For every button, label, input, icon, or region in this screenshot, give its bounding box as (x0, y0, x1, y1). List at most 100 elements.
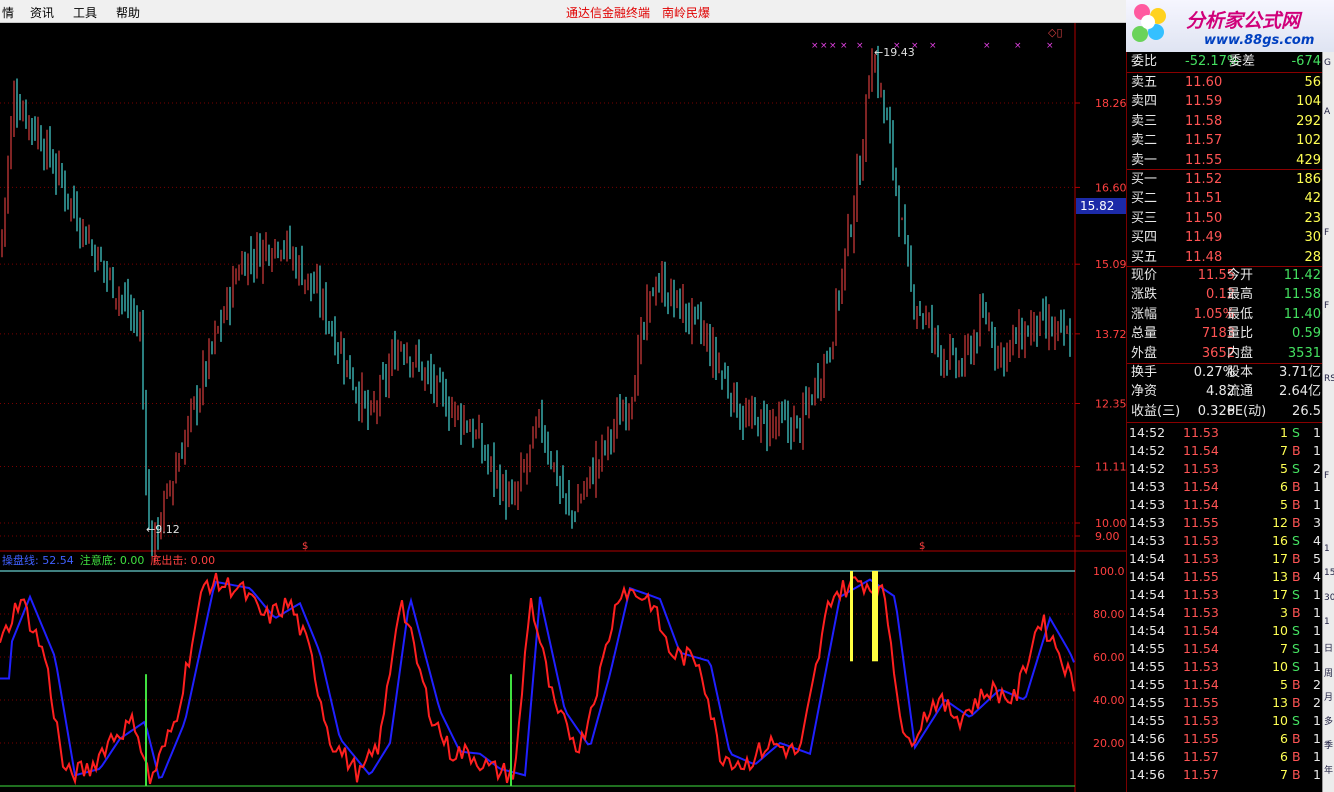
toolbar-button[interactable]: 季 (1324, 738, 1334, 750)
toolbar-button[interactable]: G (1324, 58, 1334, 70)
toolbar-button[interactable] (1324, 495, 1334, 507)
toolbar-button[interactable] (1324, 520, 1334, 532)
ask-row[interactable]: 卖五 11.60 56 (1127, 73, 1323, 92)
toolbar-button[interactable] (1324, 423, 1334, 435)
toolbar-button[interactable] (1324, 155, 1334, 167)
toolbar-button[interactable]: 1 (1324, 617, 1334, 629)
tick-cell: 17 (1272, 551, 1288, 566)
tick-row[interactable]: 14:54 11.54 10 S 1 (1127, 621, 1323, 640)
ask-row-label: 卖五 (1131, 75, 1158, 90)
toolbar-button[interactable] (1324, 204, 1334, 216)
tick-row[interactable]: 14:56 11.57 6 B 1 (1127, 747, 1323, 766)
tick-row[interactable]: 14:55 11.54 5 B 2 (1127, 675, 1323, 694)
tick-row[interactable]: 14:53 11.54 6 B 1 (1127, 477, 1323, 496)
toolbar-button[interactable]: 多 (1324, 714, 1334, 726)
window-control-icon[interactable]: ◇▯ (1048, 26, 1063, 39)
tick-row[interactable]: 14:54 11.53 17 B 5 (1127, 549, 1323, 568)
toolbar-button[interactable]: F (1324, 301, 1334, 313)
toolbar-button[interactable] (1324, 398, 1334, 410)
tick-cell: 7 (1280, 767, 1288, 782)
toolbar-button[interactable]: 15 (1324, 568, 1334, 580)
bid-row[interactable]: 买二 11.51 42 (1127, 189, 1323, 208)
fund-row[interactable]: 换手 0.27% 股本 3.71亿 (1127, 363, 1323, 382)
tick-cell: S (1292, 461, 1300, 476)
ask-row[interactable]: 卖四 11.59 104 (1127, 92, 1323, 111)
bid-row[interactable]: 买三 11.50 23 (1127, 209, 1323, 228)
bid-row[interactable]: 买五 11.48 28 (1127, 248, 1323, 267)
ask-row[interactable]: 卖二 11.57 102 (1127, 131, 1323, 150)
tick-row[interactable]: 14:56 11.57 7 B 1 (1127, 765, 1323, 784)
marker-icon: × (929, 41, 937, 51)
ask-row[interactable]: 卖三 11.58 292 (1127, 112, 1323, 131)
tick-cell: 1 (1313, 425, 1321, 440)
tick-row[interactable]: 14:54 11.53 17 S 1 (1127, 585, 1323, 604)
price-tick-label: 11.11 (1095, 461, 1126, 474)
stat-row[interactable]: 总量 7183 量比 0.59 (1127, 324, 1323, 343)
bid-row[interactable]: 买四 11.49 30 (1127, 228, 1323, 247)
toolbar-button[interactable] (1324, 325, 1334, 337)
menu-item-news[interactable]: 资讯 (30, 4, 54, 21)
toolbar-button[interactable] (1324, 350, 1334, 362)
menu-item-tools[interactable]: 工具 (73, 4, 97, 21)
toolbar-button[interactable] (1324, 131, 1334, 143)
site-logo: 分析家公式网 www.88gs.com (1126, 0, 1334, 52)
tick-row[interactable]: 14:54 11.53 3 B 1 (1127, 603, 1323, 622)
toolbar-button[interactable]: A (1324, 107, 1334, 119)
toolbar-button[interactable] (1324, 82, 1334, 94)
tick-cell: 14:54 (1129, 605, 1166, 620)
tick-cell: 1 (1313, 767, 1321, 782)
toolbar-button[interactable] (1324, 252, 1334, 264)
kline-chart[interactable]: 18.2616.6015.0913.7212.3511.1110.009.00 … (0, 23, 1126, 792)
tick-row[interactable]: 14:55 11.53 10 S 1 (1127, 711, 1323, 730)
tick-cell: 1 (1313, 623, 1321, 638)
tick-row[interactable]: 14:52 11.53 5 S 2 (1127, 459, 1323, 478)
toolbar-button[interactable]: 日 (1324, 641, 1334, 653)
stat-row[interactable]: 外盘 3652 内盘 3531 (1127, 344, 1323, 363)
menu-item-qing[interactable]: 情 (2, 4, 14, 21)
bid-row[interactable]: 买一 11.52 186 (1127, 170, 1323, 189)
toolbar-button[interactable]: 月 (1324, 690, 1334, 702)
price-axis: 18.26 16.60 15.09 13.72 12.35 11.11 10.009.00 (1075, 97, 1126, 543)
toolbar-button[interactable] (1324, 180, 1334, 192)
tick-cell: 12 (1272, 515, 1288, 530)
tick-row[interactable]: 14:53 11.55 12 B 3 (1127, 513, 1323, 532)
tick-row[interactable]: 14:56 11.55 6 B 1 (1127, 729, 1323, 748)
tick-cell: B (1292, 479, 1301, 494)
toolbar-button[interactable] (1324, 277, 1334, 289)
tick-cell: 5 (1280, 497, 1288, 512)
tick-cell: 1 (1313, 497, 1321, 512)
price-tick-label: 16.60 (1095, 181, 1126, 194)
tick-row[interactable]: 14:52 11.53 1 S 1 (1127, 423, 1323, 442)
toolbar-button[interactable]: 周 (1324, 666, 1334, 678)
toolbar-button[interactable]: 1 (1324, 544, 1334, 556)
fund-row[interactable]: 收益(三) 0.326 PE(动) 26.5 (1127, 402, 1323, 421)
tick-cell: B (1292, 497, 1301, 512)
indicator-tick-label: 20.00 (1093, 737, 1125, 750)
tick-cell: 11.53 (1183, 605, 1219, 620)
stat-row-label2: 量比 (1227, 326, 1254, 342)
toolbar-button[interactable]: 年 (1324, 763, 1334, 775)
tick-row[interactable]: 14:54 11.55 13 B 4 (1127, 567, 1323, 586)
tick-cell: 17 (1272, 587, 1288, 602)
tick-row[interactable]: 14:55 11.55 13 B 2 (1127, 693, 1323, 712)
toolbar-button[interactable] (1324, 447, 1334, 459)
fund-row[interactable]: 净资 4.82 流通 2.64亿 (1127, 382, 1323, 401)
tick-row[interactable]: 14:52 11.54 7 B 1 (1127, 441, 1323, 460)
stat-row[interactable]: 涨幅 1.05% 最低 11.40 (1127, 305, 1323, 324)
tick-row[interactable]: 14:55 11.54 7 S 1 (1127, 639, 1323, 658)
tick-row[interactable]: 14:55 11.53 10 S 1 (1127, 657, 1323, 676)
stat-row[interactable]: 涨跌 0.12 最高 11.58 (1127, 285, 1323, 304)
bid-row-label: 买三 (1131, 210, 1158, 226)
tick-cell: 1 (1313, 605, 1321, 620)
toolbar-button[interactable]: RS (1324, 374, 1334, 386)
ask-row[interactable]: 卖一 11.55 429 (1127, 151, 1323, 170)
ask-row-price: 11.57 (1185, 133, 1223, 149)
tick-row[interactable]: 14:53 11.54 5 B 1 (1127, 495, 1323, 514)
toolbar-button[interactable]: 30 (1324, 593, 1334, 605)
toolbar-button[interactable]: F (1324, 228, 1334, 240)
menu-item-help[interactable]: 帮助 (116, 4, 140, 21)
stat-row[interactable]: 现价 11.55 今开 11.42 (1127, 266, 1323, 285)
tick-cell: 1 (1313, 479, 1321, 494)
tick-row[interactable]: 14:53 11.53 16 S 4 (1127, 531, 1323, 550)
toolbar-button[interactable]: F (1324, 471, 1334, 483)
